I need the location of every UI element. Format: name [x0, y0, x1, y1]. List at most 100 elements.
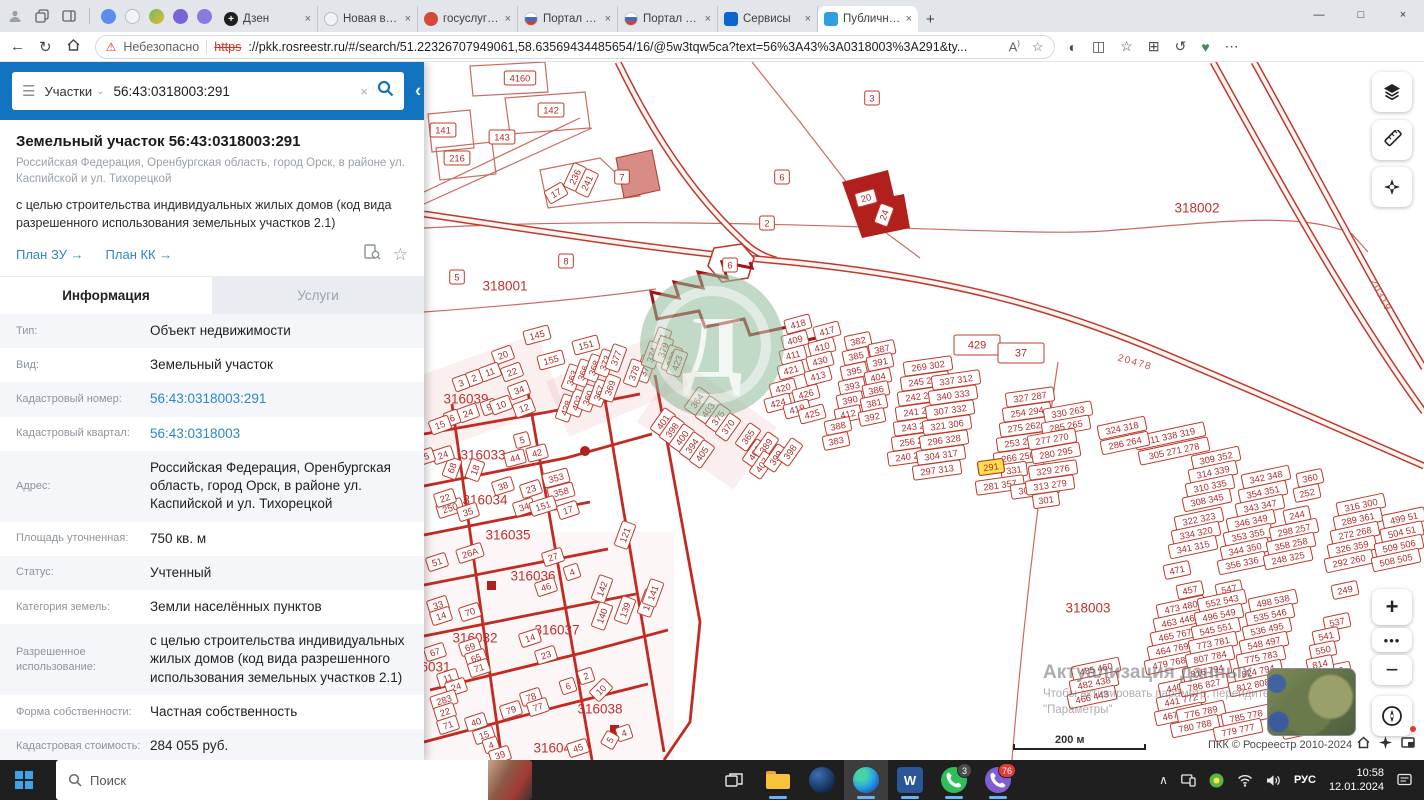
parcel-label[interactable]: 3: [864, 90, 880, 106]
parcel-label[interactable]: 44: [503, 448, 527, 468]
favorites-icon[interactable]: ☆: [1120, 38, 1133, 55]
collapse-panel-icon[interactable]: ‹: [415, 81, 421, 102]
parcel-label[interactable]: 418: [783, 313, 813, 335]
parcel-label[interactable]: 7: [614, 169, 630, 185]
parcel-label[interactable]: 23: [519, 479, 543, 499]
tab-information[interactable]: Информация: [0, 277, 212, 315]
zoom-more-button[interactable]: •••: [1372, 628, 1412, 652]
favorite-star-icon[interactable]: ☆: [1032, 39, 1044, 55]
quarter-label[interactable]: 316037: [534, 623, 579, 638]
tray-device-icon[interactable]: [1181, 773, 1196, 787]
parcel-label[interactable]: 2: [759, 215, 775, 231]
minimize-button[interactable]: —: [1298, 0, 1340, 30]
parcel-label[interactable]: 143: [488, 129, 516, 145]
tab-close-icon[interactable]: ×: [705, 13, 711, 25]
tab-close-icon[interactable]: ×: [405, 13, 411, 25]
parcel-label[interactable]: 5: [449, 269, 465, 285]
basemap-thumbnail[interactable]: [1267, 668, 1356, 736]
parcel-label[interactable]: 17: [556, 500, 580, 520]
menu-icon[interactable]: ☰: [22, 82, 35, 100]
extension-icon[interactable]: [173, 8, 188, 24]
language-indicator[interactable]: РУС: [1294, 774, 1316, 786]
home-button[interactable]: [66, 38, 81, 56]
tab-close-icon[interactable]: ×: [906, 13, 912, 25]
zoom-out-button[interactable]: −: [1372, 655, 1412, 685]
browser-tab[interactable]: Сервисы ×: [718, 6, 818, 32]
browser-tab[interactable]: Портал госуд ×: [518, 6, 618, 32]
locate-map-icon[interactable]: [1379, 736, 1392, 754]
tab-close-icon[interactable]: ×: [805, 13, 811, 25]
tab-close-icon[interactable]: ×: [505, 13, 511, 25]
new-tab-button[interactable]: +: [926, 11, 935, 28]
selected-parcel-label[interactable]: 291: [976, 457, 1006, 477]
quarter-label[interactable]: 316033: [460, 448, 505, 463]
parcel-label[interactable]: 471: [1162, 560, 1192, 580]
measure-button[interactable]: [1372, 120, 1412, 160]
search-input[interactable]: [113, 83, 352, 99]
copilot-icon[interactable]: ◐: [1069, 39, 1077, 55]
parcel-label[interactable]: 142: [537, 102, 565, 118]
volume-icon[interactable]: [1266, 774, 1281, 787]
edge-browser-icon[interactable]: [844, 760, 888, 800]
parcel-label[interactable]: 429: [953, 334, 1001, 356]
fullscreen-map-icon[interactable]: [1401, 736, 1415, 754]
parcel-label[interactable]: 249: [1330, 580, 1360, 600]
info-value-link[interactable]: 56:43:0318003: [150, 425, 424, 443]
read-aloud-icon[interactable]: A): [1009, 39, 1020, 55]
plan-zu-link[interactable]: План ЗУ →: [16, 247, 84, 262]
zoom-in-button[interactable]: +: [1372, 589, 1412, 625]
profile-icon[interactable]: [6, 7, 24, 25]
tab-actions-icon[interactable]: [33, 7, 51, 25]
parcel-label[interactable]: 252: [1292, 483, 1322, 503]
parcel-label[interactable]: 5: [513, 431, 531, 449]
extension-icon[interactable]: [101, 8, 116, 24]
browser-tab[interactable]: Портал госуд ×: [618, 6, 718, 32]
security-warning-icon[interactable]: ⚠: [106, 40, 117, 54]
parcel-label[interactable]: 38: [491, 476, 515, 496]
tab-services[interactable]: Услуги: [212, 277, 424, 315]
extension-icon[interactable]: [125, 8, 140, 24]
favorite-star-icon[interactable]: ☆: [393, 245, 408, 265]
quarter-label[interactable]: 318003: [1065, 601, 1110, 616]
file-explorer-icon[interactable]: [756, 760, 800, 800]
search-box[interactable]: ☰ Участки ⌄ ×: [12, 72, 404, 110]
search-highlight-image[interactable]: [488, 760, 532, 800]
quarter-label[interactable]: 318001: [482, 279, 527, 294]
start-button[interactable]: [0, 760, 48, 800]
browser-tab[interactable]: + Дзен ×: [218, 6, 318, 32]
marker-button[interactable]: [1372, 167, 1412, 207]
browser-tab[interactable]: Новая вкладк ×: [318, 6, 418, 32]
browser-essentials-icon[interactable]: ♥: [1201, 39, 1209, 55]
quarter-label[interactable]: 318002: [1174, 201, 1219, 216]
layers-button[interactable]: [1372, 72, 1412, 112]
maximize-button[interactable]: □: [1340, 0, 1382, 30]
close-button[interactable]: ×: [1382, 0, 1424, 30]
extension-icon[interactable]: [197, 8, 212, 24]
my-location-button[interactable]: [1372, 696, 1412, 736]
back-button[interactable]: ←: [10, 38, 25, 55]
clear-search-icon[interactable]: ×: [360, 84, 368, 99]
viber-icon[interactable]: 76: [976, 760, 1020, 800]
tab-close-icon[interactable]: ×: [305, 13, 311, 25]
tray-antivirus-icon[interactable]: [1209, 773, 1224, 788]
notification-center-icon[interactable]: [1397, 773, 1412, 787]
whatsapp-icon[interactable]: 3: [932, 760, 976, 800]
parcel-label[interactable]: 6: [774, 169, 790, 185]
task-view-button[interactable]: [712, 760, 756, 800]
parcel-label[interactable]: 413: [803, 365, 833, 387]
wifi-icon[interactable]: [1237, 774, 1253, 787]
split-screen-icon[interactable]: ◫: [1092, 38, 1105, 55]
doc-search-icon[interactable]: [364, 244, 381, 265]
parcel-label[interactable]: 8: [558, 253, 574, 269]
parcel-label[interactable]: 151: [528, 495, 558, 517]
quarter-label[interactable]: 316038: [577, 702, 622, 717]
tab-close-icon[interactable]: ×: [605, 13, 611, 25]
parcel-label[interactable]: 216: [443, 150, 471, 166]
edge-dev-icon[interactable]: [800, 760, 844, 800]
settings-more-icon[interactable]: ⋯: [1225, 38, 1239, 55]
browser-tab[interactable]: госуслуги лич ×: [418, 6, 518, 32]
tray-chevron-icon[interactable]: ∧: [1159, 773, 1168, 787]
taskbar-search[interactable]: Поиск: [56, 760, 488, 800]
parcel-label[interactable]: 4160: [503, 70, 537, 86]
search-category-select[interactable]: Участки ⌄: [44, 84, 104, 99]
